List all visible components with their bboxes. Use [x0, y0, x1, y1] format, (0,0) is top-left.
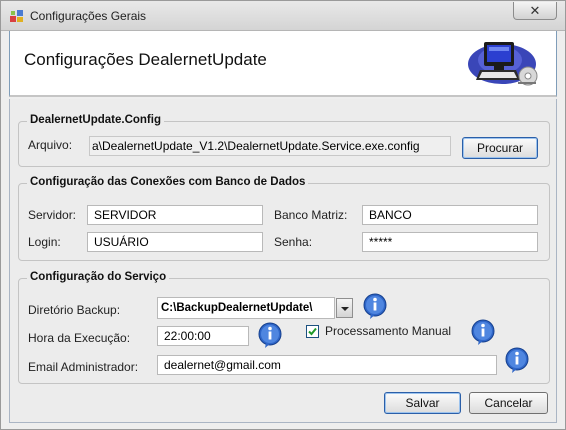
- form-area: DealernetUpdate.Config Arquivo: a\Dealer…: [9, 99, 557, 423]
- hora-label: Hora da Execução:: [28, 331, 131, 345]
- servidor-field[interactable]: SERVIDOR: [87, 205, 263, 225]
- diretorio-combo-value[interactable]: C:\BackupDealernetUpdate\: [157, 297, 335, 319]
- config-group-legend: DealernetUpdate.Config: [27, 114, 164, 126]
- window-title: Configurações Gerais: [30, 9, 147, 23]
- app-icon: [10, 10, 23, 22]
- info-icon[interactable]: [362, 293, 388, 319]
- banco-label: Banco Matriz:: [274, 208, 348, 222]
- senha-field[interactable]: *****: [362, 232, 538, 252]
- email-field[interactable]: dealernet@gmail.com: [157, 355, 497, 375]
- database-group-legend: Configuração das Conexões com Banco de D…: [27, 176, 309, 188]
- chevron-down-icon[interactable]: [336, 298, 353, 318]
- arquivo-label: Arquivo:: [28, 138, 73, 152]
- save-button[interactable]: Salvar: [384, 392, 461, 414]
- info-icon[interactable]: [504, 347, 530, 373]
- checkmark-icon: [308, 327, 317, 336]
- computer-settings-icon: [468, 42, 538, 86]
- close-button[interactable]: ✕: [513, 2, 557, 20]
- login-label: Login:: [28, 235, 61, 249]
- info-icon[interactable]: [470, 319, 496, 345]
- service-group-legend: Configuração do Serviço: [27, 271, 170, 283]
- diretorio-label: Diretório Backup:: [28, 303, 121, 317]
- cancel-button[interactable]: Cancelar: [469, 392, 548, 414]
- manual-processing-checkbox[interactable]: [306, 325, 319, 338]
- settings-window: Configurações Gerais ✕ Configurações Dea…: [0, 0, 566, 430]
- banco-field[interactable]: BANCO: [362, 205, 538, 225]
- arquivo-field[interactable]: a\DealernetUpdate_V1.2\DealernetUpdate.S…: [89, 136, 451, 156]
- page-title: Configurações DealernetUpdate: [24, 50, 267, 69]
- email-label: Email Administrador:: [28, 360, 139, 374]
- login-field[interactable]: USUÁRIO: [87, 232, 263, 252]
- info-icon[interactable]: [257, 322, 283, 348]
- database-group: Configuração das Conexões com Banco de D…: [18, 176, 550, 261]
- diretorio-combo[interactable]: C:\BackupDealernetUpdate\: [157, 297, 355, 319]
- senha-label: Senha:: [274, 235, 313, 249]
- title-bar[interactable]: Configurações Gerais ✕: [1, 1, 565, 31]
- hora-field[interactable]: 22:00:00: [157, 326, 249, 346]
- config-group: DealernetUpdate.Config Arquivo: a\Dealer…: [18, 114, 550, 167]
- servidor-label: Servidor:: [28, 208, 77, 222]
- manual-processing-label[interactable]: Processamento Manual: [325, 324, 451, 338]
- header-banner: Configurações DealernetUpdate: [9, 31, 557, 97]
- browse-button[interactable]: Procurar: [462, 137, 538, 159]
- service-group: Configuração do Serviço Diretório Backup…: [18, 271, 550, 384]
